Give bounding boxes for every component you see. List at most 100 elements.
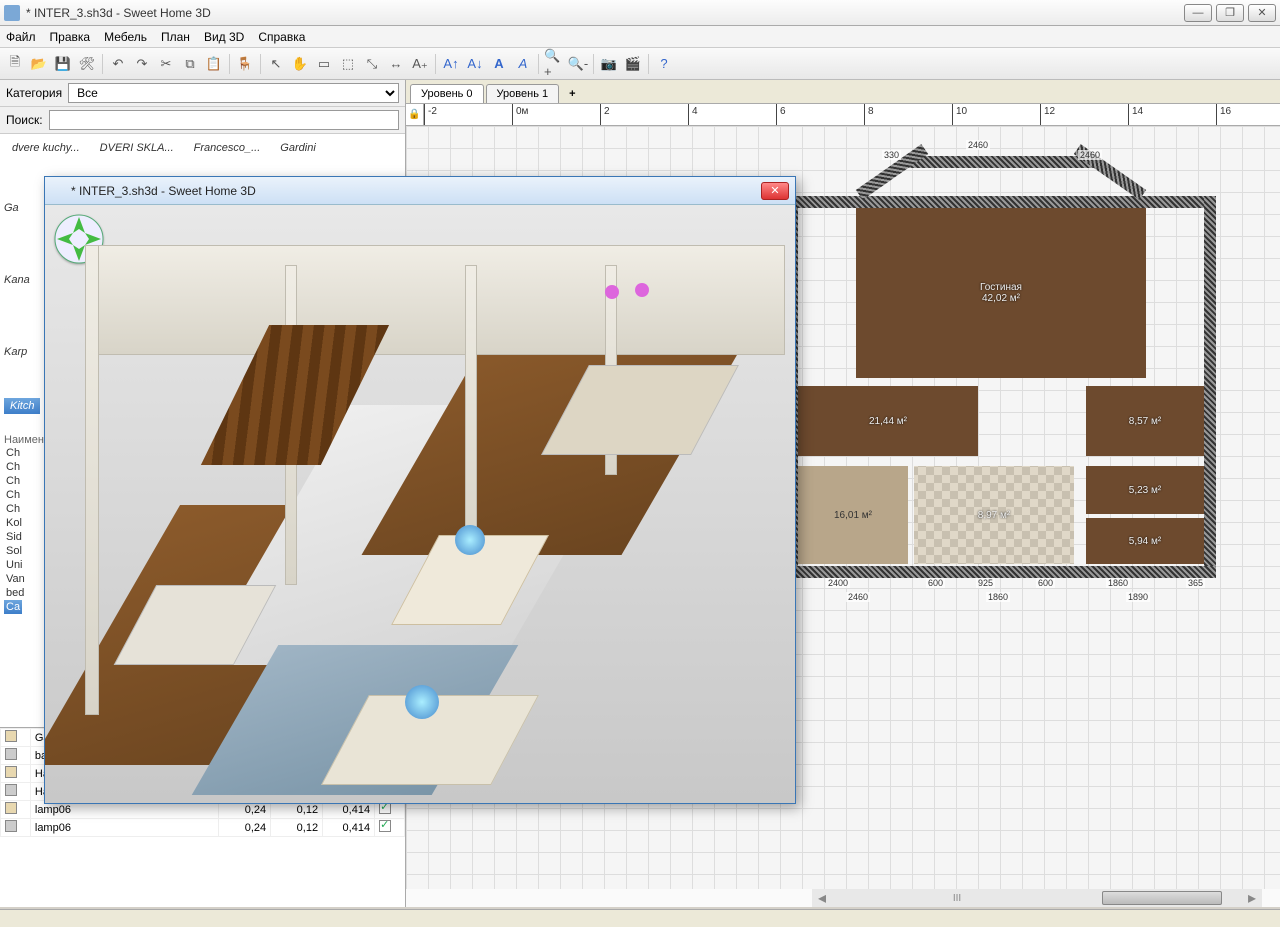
paste-icon[interactable]: 📋 <box>203 53 225 75</box>
dimension-label: 925 <box>976 578 995 588</box>
ruler-horizontal: 🔒 -20м246810121416 <box>406 104 1280 126</box>
ruler-tick: 6 <box>776 104 786 125</box>
visible-checkbox[interactable] <box>379 820 391 832</box>
room-area: 16,01 м² <box>834 510 872 521</box>
catalog-item[interactable]: Kana <box>4 274 30 286</box>
save-icon[interactable]: 💾 <box>52 53 74 75</box>
create-dimension-icon[interactable]: ↔ <box>385 53 407 75</box>
horizontal-scrollbar[interactable]: ◂ III ▸ <box>812 889 1262 907</box>
view3d-window[interactable]: * INTER_3.sh3d - Sweet Home 3D ✕ <box>44 176 796 804</box>
furniture-depth: 0,12 <box>271 819 323 837</box>
menu-edit[interactable]: Правка <box>50 30 91 44</box>
dimension-label: 2400 <box>826 578 850 588</box>
dimension-label: 1890 <box>1126 592 1150 602</box>
preferences-icon[interactable]: 🛠 <box>76 53 98 75</box>
maximize-button[interactable]: ❐ <box>1216 4 1244 22</box>
minimize-button[interactable]: — <box>1184 4 1212 22</box>
dimension-label: 1860 <box>986 592 1010 602</box>
catalog-item[interactable]: Ga <box>4 202 19 214</box>
chandelier-icon <box>405 685 439 719</box>
toolbar: 🗎 📂 💾 🛠 ↶ ↷ ✂ ⧉ 📋 🪑 ↖ ✋ ▭ ⬚ ⤡ ↔ A₊ A↑ A↓… <box>0 48 1280 80</box>
menu-file[interactable]: Файл <box>6 30 36 44</box>
dimension-label: 330 <box>882 150 901 160</box>
room-area: 8,97 м² <box>978 510 1010 521</box>
select-icon[interactable]: ↖ <box>265 53 287 75</box>
statusbar <box>0 909 1280 927</box>
catalog-item[interactable]: Karp <box>4 346 27 358</box>
text-bold-icon[interactable]: A <box>488 53 510 75</box>
create-walls-icon[interactable]: ▭ <box>313 53 335 75</box>
ruler-tick: 12 <box>1040 104 1055 125</box>
copy-icon[interactable]: ⧉ <box>179 53 201 75</box>
pan-icon[interactable]: ✋ <box>289 53 311 75</box>
table-row[interactable]: lamp060,240,120,414 <box>1 819 405 837</box>
dimension-label: 2460 <box>846 592 870 602</box>
room-area-living: 42,02 м² <box>980 293 1022 304</box>
catalog-col[interactable]: Gardini <box>280 142 315 154</box>
room-area: 21,44 м² <box>869 416 907 427</box>
zoom-out-icon[interactable]: 🔍- <box>567 53 589 75</box>
catalog-item[interactable]: Ca <box>4 600 22 614</box>
menu-view3d[interactable]: Вид 3D <box>204 30 244 44</box>
dimension-label: 2460 <box>966 140 990 150</box>
menubar: Файл Правка Мебель План Вид 3D Справка <box>0 26 1280 48</box>
main-titlebar: * INTER_3.sh3d - Sweet Home 3D — ❐ ✕ <box>0 0 1280 26</box>
ruler-tick: 0м <box>512 104 528 125</box>
tab-add[interactable]: + <box>561 85 583 103</box>
dimension-label: 600 <box>926 578 945 588</box>
zoom-in-icon[interactable]: 🔍+ <box>543 53 565 75</box>
search-input[interactable] <box>49 110 399 130</box>
menu-help[interactable]: Справка <box>258 30 305 44</box>
app-icon <box>51 184 65 198</box>
text-smaller-icon[interactable]: A↓ <box>464 53 486 75</box>
light-icon <box>605 285 619 299</box>
furniture-name: lamp06 <box>30 819 218 837</box>
catalog-item-selected[interactable]: Kitch <box>4 398 40 414</box>
view3d-close-button[interactable]: ✕ <box>761 182 789 200</box>
new-icon[interactable]: 🗎 <box>4 53 26 75</box>
menu-furniture[interactable]: Мебель <box>104 30 147 44</box>
level-tabs: Уровень 0 Уровень 1 + <box>406 80 1280 104</box>
catalog-col[interactable]: DVERI SKLA... <box>100 142 174 154</box>
room-label-living: Гостиная <box>980 282 1022 293</box>
light-icon <box>635 283 649 297</box>
text-bigger-icon[interactable]: A↑ <box>440 53 462 75</box>
menu-plan[interactable]: План <box>161 30 190 44</box>
dimension-label: 600 <box>1036 578 1055 588</box>
scroll-thumb[interactable] <box>1102 891 1222 905</box>
color-swatch <box>5 766 17 778</box>
ruler-tick: 4 <box>688 104 698 125</box>
app-icon <box>4 5 20 21</box>
view3d-canvas[interactable] <box>45 205 795 803</box>
category-select[interactable]: Все <box>68 83 399 103</box>
catalog-col[interactable]: Francesco_... <box>194 142 261 154</box>
open-icon[interactable]: 📂 <box>28 53 50 75</box>
room-area: 8,57 м² <box>1129 416 1161 427</box>
redo-icon[interactable]: ↷ <box>131 53 153 75</box>
ruler-tick: 14 <box>1128 104 1143 125</box>
floorplan[interactable]: Гостиная 42,02 м² 21,44 м² 8,57 м² 16,01… <box>786 156 1216 556</box>
text-italic-icon[interactable]: A <box>512 53 534 75</box>
help-icon[interactable]: ? <box>653 53 675 75</box>
ruler-tick: 2 <box>600 104 610 125</box>
close-button[interactable]: ✕ <box>1248 4 1276 22</box>
catalog-col[interactable]: dvere kuchy... <box>12 142 80 154</box>
create-rooms-icon[interactable]: ⬚ <box>337 53 359 75</box>
create-polyline-icon[interactable]: ⤡ <box>361 53 383 75</box>
view3d-titlebar[interactable]: * INTER_3.sh3d - Sweet Home 3D ✕ <box>45 177 795 205</box>
tab-level1[interactable]: Уровень 1 <box>486 84 560 103</box>
undo-icon[interactable]: ↶ <box>107 53 129 75</box>
dimension-label: 2460 <box>1078 150 1102 160</box>
category-label: Категория <box>6 86 62 100</box>
chandelier-icon <box>455 525 485 555</box>
room-area: 5,94 м² <box>1129 536 1161 547</box>
lock-icon[interactable]: 🔒 <box>406 104 424 125</box>
video-icon[interactable]: 🎬 <box>622 53 644 75</box>
photo-icon[interactable]: 📷 <box>598 53 620 75</box>
tab-level0[interactable]: Уровень 0 <box>410 84 484 103</box>
ruler-tick: -2 <box>424 104 437 125</box>
add-furniture-icon[interactable]: 🪑 <box>234 53 256 75</box>
create-text-icon[interactable]: A₊ <box>409 53 431 75</box>
window-title: * INTER_3.sh3d - Sweet Home 3D <box>26 6 211 20</box>
cut-icon[interactable]: ✂ <box>155 53 177 75</box>
